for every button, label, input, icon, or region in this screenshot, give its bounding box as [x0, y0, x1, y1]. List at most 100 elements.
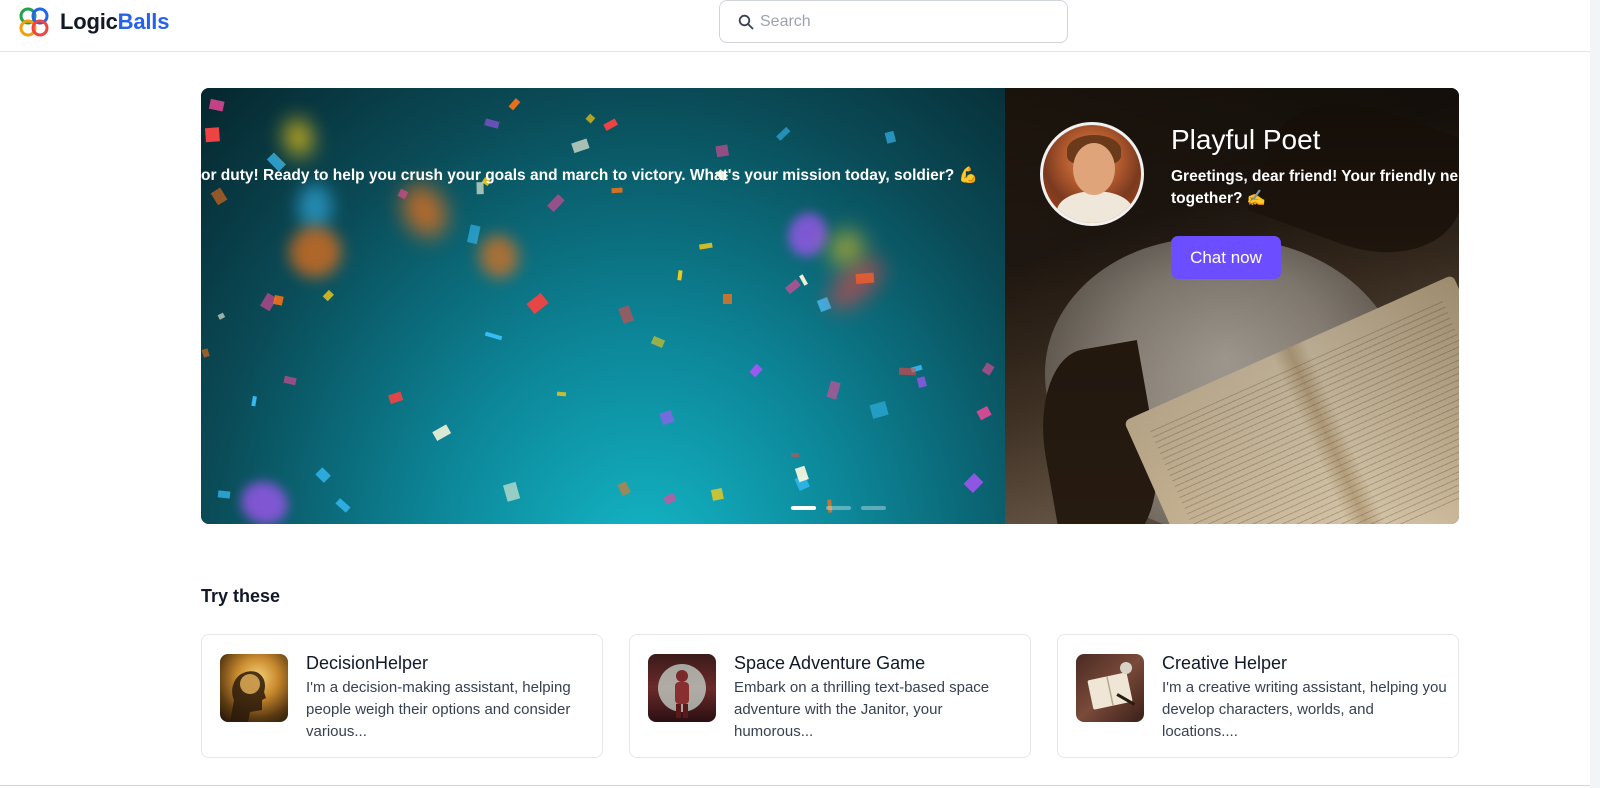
confetti-piece — [784, 279, 801, 295]
confetti-piece — [570, 138, 590, 153]
confetti-piece — [314, 467, 331, 484]
playful-poet-avatar — [1040, 122, 1144, 226]
page-scrollbar[interactable] — [1590, 0, 1600, 788]
head-silhouette-icon — [230, 671, 266, 722]
confetti-piece — [723, 294, 732, 305]
confetti-piece — [826, 380, 841, 400]
hero-description-line-2: together? ✍️ — [1171, 190, 1267, 207]
hero-description: Greetings, dear friend! Your friendly ne… — [1171, 166, 1459, 210]
confetti-piece — [204, 127, 220, 143]
search-box[interactable] — [719, 0, 1068, 43]
top-header: LogicBalls — [0, 0, 1600, 52]
avatar-ruff — [1057, 191, 1133, 223]
confetti-piece — [508, 98, 521, 111]
confetti-piece — [711, 488, 724, 501]
confetti-piece — [799, 273, 809, 286]
confetti-piece — [433, 424, 452, 442]
space-adventure-thumbnail — [648, 654, 716, 722]
confetti-piece — [556, 392, 567, 397]
confetti-piece — [335, 498, 351, 513]
confetti-piece — [782, 208, 832, 262]
confetti-piece — [322, 289, 334, 301]
confetti-piece — [982, 362, 996, 376]
confetti-piece — [898, 367, 917, 376]
confetti-piece — [201, 348, 210, 358]
search-input[interactable] — [760, 12, 1060, 31]
confetti-piece — [527, 292, 550, 314]
confetti-piece — [611, 187, 623, 194]
astronaut-icon — [658, 664, 706, 718]
logo-text-balls: Balls — [117, 9, 170, 34]
confetti-piece — [662, 492, 677, 505]
page-bottom-divider — [0, 785, 1590, 786]
card-description: I'm a creative writing assistant, helpin… — [1162, 679, 1447, 740]
confetti-piece — [387, 391, 403, 405]
try-these-cards: DecisionHelper I'm a decision-making ass… — [201, 634, 1459, 758]
confetti-piece — [283, 375, 297, 386]
logo[interactable]: LogicBalls — [16, 4, 169, 40]
confetti-piece — [283, 220, 348, 284]
hero-carousel[interactable]: or duty! Ready to help you crush your go… — [201, 88, 1459, 524]
chat-now-button[interactable]: Chat now — [1171, 236, 1281, 279]
confetti-piece — [216, 312, 225, 320]
logo-text-logic: Logic — [60, 9, 118, 34]
confetti-piece — [698, 242, 713, 250]
carousel-dot-1[interactable] — [791, 506, 816, 510]
confetti-piece — [547, 194, 565, 212]
hero-title: Playful Poet — [1171, 124, 1321, 155]
confetti-piece — [250, 396, 257, 407]
confetti-piece — [617, 481, 631, 497]
confetti-piece — [273, 294, 284, 306]
confetti-piece — [776, 127, 791, 142]
confetti-piece — [659, 410, 676, 426]
carousel-slide-current[interactable]: Playful Poet Greetings, dear friend! You… — [1005, 88, 1459, 524]
card-description: I'm a decision-making assistant, helping… — [306, 679, 571, 740]
logicballs-logo-icon — [19, 7, 49, 37]
confetti-piece — [484, 118, 500, 129]
carousel-indicators — [791, 506, 886, 510]
creative-helper-thumbnail — [1076, 654, 1144, 722]
card-creative-helper[interactable]: Creative Helper I'm a creative writing a… — [1057, 634, 1459, 758]
confetti-piece — [790, 452, 799, 458]
confetti-piece — [210, 187, 228, 206]
card-title: Creative Helper — [1162, 653, 1288, 673]
card-title: DecisionHelper — [306, 653, 429, 673]
previous-slide-text: or duty! Ready to help you crush your go… — [201, 167, 978, 184]
confetti-piece — [217, 490, 231, 499]
confetti-piece — [209, 98, 225, 111]
confetti-piece — [677, 269, 683, 280]
confetti-piece — [884, 130, 897, 144]
confetti-piece — [298, 183, 333, 231]
confetti-piece — [484, 331, 503, 341]
confetti-piece — [650, 335, 665, 348]
card-decision-helper[interactable]: DecisionHelper I'm a decision-making ass… — [201, 634, 603, 758]
confetti-piece — [869, 401, 889, 420]
confetti-piece — [617, 305, 634, 325]
confetti-piece — [502, 482, 521, 502]
notebook-icon — [1087, 662, 1136, 710]
confetti-piece — [281, 117, 315, 159]
search-icon — [738, 14, 754, 29]
confetti-piece — [466, 224, 481, 244]
confetti-piece — [234, 475, 294, 524]
confetti-piece — [916, 376, 927, 388]
avatar-face — [1073, 143, 1115, 195]
carousel-dot-3[interactable] — [861, 506, 886, 510]
card-space-adventure-game[interactable]: Space Adventure Game Embark on a thrilli… — [629, 634, 1031, 758]
confetti-piece — [474, 231, 523, 283]
confetti-piece — [963, 473, 984, 494]
confetti-piece — [715, 144, 729, 158]
carousel-slide-previous[interactable]: or duty! Ready to help you crush your go… — [201, 88, 1005, 524]
confetti-piece — [585, 113, 595, 124]
try-these-heading: Try these — [201, 586, 281, 606]
carousel-dot-2[interactable] — [826, 506, 851, 510]
confetti-piece — [393, 177, 455, 245]
confetti-piece — [603, 118, 619, 131]
confetti-piece — [975, 406, 992, 421]
logo-text: LogicBalls — [60, 9, 169, 35]
confetti-piece — [749, 364, 763, 378]
decision-helper-thumbnail — [220, 654, 288, 722]
card-title: Space Adventure Game — [734, 653, 926, 673]
hero-description-line-1: Greetings, dear friend! Your friendly ne… — [1171, 168, 1459, 185]
card-description: Embark on a thrilling text-based space a… — [734, 679, 990, 740]
